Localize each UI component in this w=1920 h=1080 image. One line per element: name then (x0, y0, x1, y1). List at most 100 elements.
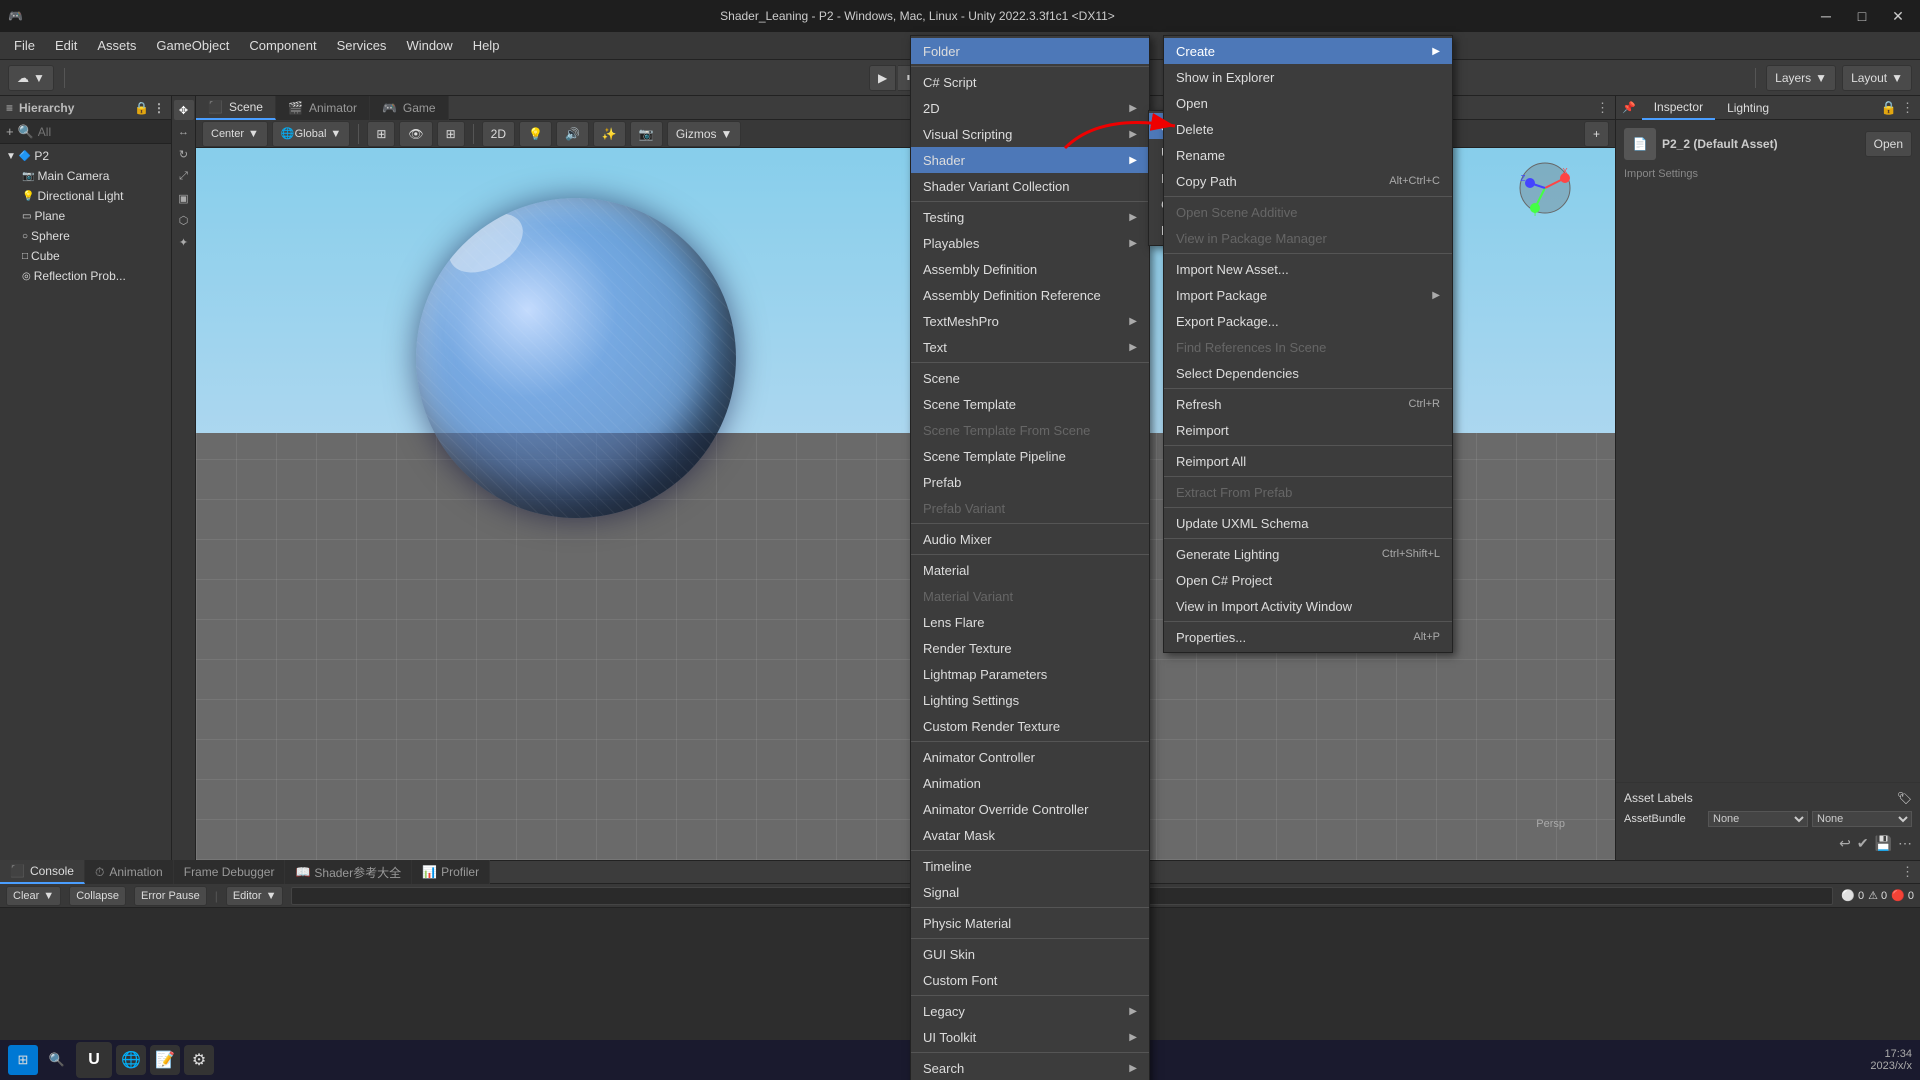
ctx-assembly-def-ref[interactable]: Assembly Definition Reference (911, 282, 1149, 308)
ctx-show-explorer[interactable]: Show in Explorer (1164, 64, 1452, 90)
ctx-animator-override[interactable]: Animator Override Controller (911, 796, 1149, 822)
hierarchy-item-dirlight[interactable]: 💡 Directional Light (0, 186, 171, 206)
scene-audio-btn[interactable]: 🔊 (556, 121, 589, 147)
play-button[interactable]: ▶ (869, 65, 896, 91)
ctx-open-csharp[interactable]: Open C# Project (1164, 567, 1452, 593)
ctx-shader-variant[interactable]: Shader Variant Collection (911, 173, 1149, 199)
ctx-textmeshpro[interactable]: TextMeshPro ▶ (911, 308, 1149, 334)
scene-grid-btn[interactable]: ⊞ (367, 121, 395, 147)
ctx-avatar-mask[interactable]: Avatar Mask (911, 822, 1149, 848)
menu-edit[interactable]: Edit (45, 36, 87, 55)
ctx-lighting-settings[interactable]: Lighting Settings (911, 687, 1149, 713)
hierarchy-item-p2[interactable]: ▼ 🔷 P2 (0, 146, 171, 166)
ctx-refresh[interactable]: Refresh Ctrl+R (1164, 391, 1452, 417)
tool-custom[interactable]: ✦ (174, 232, 194, 252)
tool-rect[interactable]: ▣ (174, 188, 194, 208)
scene-camera-btn[interactable]: 📷 (630, 121, 663, 147)
ctx-material[interactable]: Material (911, 557, 1149, 583)
scene-fx-btn[interactable]: ✨ (593, 121, 626, 147)
asset-bundle-select-1[interactable]: None (1708, 811, 1808, 827)
ctx-lens-flare[interactable]: Lens Flare (911, 609, 1149, 635)
scene-add-btn[interactable]: + (1584, 121, 1609, 147)
hierarchy-item-sphere[interactable]: ○ Sphere (0, 226, 171, 246)
ctx-custom-render-texture[interactable]: Custom Render Texture (911, 713, 1149, 739)
ctx-select-dependencies[interactable]: Select Dependencies (1164, 360, 1452, 386)
scene-global-btn[interactable]: 🌐Global▼ (272, 121, 350, 147)
ctx-ui-toolkit[interactable]: UI Toolkit ▶ (911, 1024, 1149, 1050)
hierarchy-more-icon[interactable]: ⋮ (153, 101, 165, 115)
inspector-pin-icon[interactable]: 📌 (1616, 101, 1642, 114)
tab-shaderref[interactable]: 📖 Shader参考大全 (285, 860, 412, 884)
ctx-audio-mixer[interactable]: Audio Mixer (911, 526, 1149, 552)
save-icon[interactable]: 💾 (1875, 835, 1892, 852)
ctx-scene-template[interactable]: Scene Template (911, 391, 1149, 417)
hierarchy-lock-icon[interactable]: 🔒 (134, 101, 149, 115)
tab-game[interactable]: 🎮 Game (370, 96, 449, 120)
scene-vis-btn[interactable]: 👁 (399, 121, 432, 147)
inspector-lock-icon[interactable]: 🔒 (1881, 100, 1897, 116)
ctx-assembly-def[interactable]: Assembly Definition (911, 256, 1149, 282)
ctx-testing[interactable]: Testing ▶ (911, 204, 1149, 230)
apply-icon[interactable]: ✔ (1857, 835, 1869, 852)
ctx-reimport-all[interactable]: Reimport All (1164, 448, 1452, 474)
ctx-text[interactable]: Text ▶ (911, 334, 1149, 360)
scene-center-btn[interactable]: Center▼ (202, 121, 268, 147)
menu-help[interactable]: Help (463, 36, 510, 55)
maximize-button[interactable]: □ (1848, 2, 1876, 30)
ctx-signal[interactable]: Signal (911, 879, 1149, 905)
ctx-2d[interactable]: 2D ▶ (911, 95, 1149, 121)
ctx-delete[interactable]: Delete (1164, 116, 1452, 142)
taskbar-search[interactable]: 🔍 (42, 1045, 72, 1075)
ctx-animator-controller[interactable]: Animator Controller (911, 744, 1149, 770)
scene-2d-btn[interactable]: 2D (482, 121, 515, 147)
menu-component[interactable]: Component (239, 36, 326, 55)
ctx-render-texture[interactable]: Render Texture (911, 635, 1149, 661)
ctx-shader[interactable]: Shader ▶ (911, 147, 1149, 173)
tool-hand[interactable]: ✥ (174, 100, 194, 120)
ctx-physic-material[interactable]: Physic Material (911, 910, 1149, 936)
taskbar-chrome[interactable]: 🌐 (116, 1045, 146, 1075)
clear-button[interactable]: Clear ▼ (6, 886, 61, 906)
scene-snap-btn[interactable]: ⊞ (437, 121, 465, 147)
layout-button[interactable]: Layout ▼ (1842, 65, 1912, 91)
hierarchy-item-cube[interactable]: □ Cube (0, 246, 171, 266)
hierarchy-item-plane[interactable]: ▭ Plane (0, 206, 171, 226)
tab-animation[interactable]: ⏱ Animation (85, 860, 174, 884)
ctx-visual-scripting[interactable]: Visual Scripting ▶ (911, 121, 1149, 147)
ctx-create-item[interactable]: Create ▶ (1164, 38, 1452, 64)
minimize-button[interactable]: ─ (1812, 2, 1840, 30)
ctx-rename[interactable]: Rename (1164, 142, 1452, 168)
ctx-search[interactable]: Search ▶ (911, 1055, 1149, 1080)
ctx-view-import-activity[interactable]: View in Import Activity Window (1164, 593, 1452, 619)
taskbar-vscode[interactable]: 📝 (150, 1045, 180, 1075)
ctx-import-package[interactable]: Import Package ▶ (1164, 282, 1452, 308)
taskbar-unity[interactable]: U (76, 1042, 112, 1078)
asset-bundle-select-2[interactable]: None (1812, 811, 1912, 827)
ctx-animation[interactable]: Animation (911, 770, 1149, 796)
close-button[interactable]: ✕ (1884, 2, 1912, 30)
ctx-import-new-asset[interactable]: Import New Asset... (1164, 256, 1452, 282)
ctx-update-uxml[interactable]: Update UXML Schema (1164, 510, 1452, 536)
inspector-more-icon[interactable]: ⋮ (1901, 100, 1914, 116)
ctx-open[interactable]: Open (1164, 90, 1452, 116)
editor-dropdown[interactable]: Editor ▼ (226, 886, 284, 906)
tab-animator[interactable]: 🎬 Animator (276, 96, 370, 120)
hierarchy-add-icon[interactable]: + (6, 124, 14, 139)
taskbar-start[interactable]: ⊞ (8, 1045, 38, 1075)
menu-services[interactable]: Services (327, 36, 397, 55)
ctx-folder[interactable]: Folder (911, 38, 1149, 64)
ctx-legacy[interactable]: Legacy ▶ (911, 998, 1149, 1024)
revert-icon[interactable]: ↩ (1839, 835, 1851, 852)
error-pause-button[interactable]: Error Pause (134, 886, 207, 906)
tab-framedebugger[interactable]: Frame Debugger (174, 860, 286, 884)
ctx-scene[interactable]: Scene (911, 365, 1149, 391)
ctx-prefab[interactable]: Prefab (911, 469, 1149, 495)
ctx-generate-lighting[interactable]: Generate Lighting Ctrl+Shift+L (1164, 541, 1452, 567)
collapse-button[interactable]: Collapse (69, 886, 126, 906)
menu-window[interactable]: Window (396, 36, 462, 55)
menu-file[interactable]: File (4, 36, 45, 55)
ctx-reimport[interactable]: Reimport (1164, 417, 1452, 443)
tab-inspector[interactable]: Inspector (1642, 96, 1715, 120)
ctx-properties[interactable]: Properties... Alt+P (1164, 624, 1452, 650)
tool-scale[interactable]: ⤢ (174, 166, 194, 186)
